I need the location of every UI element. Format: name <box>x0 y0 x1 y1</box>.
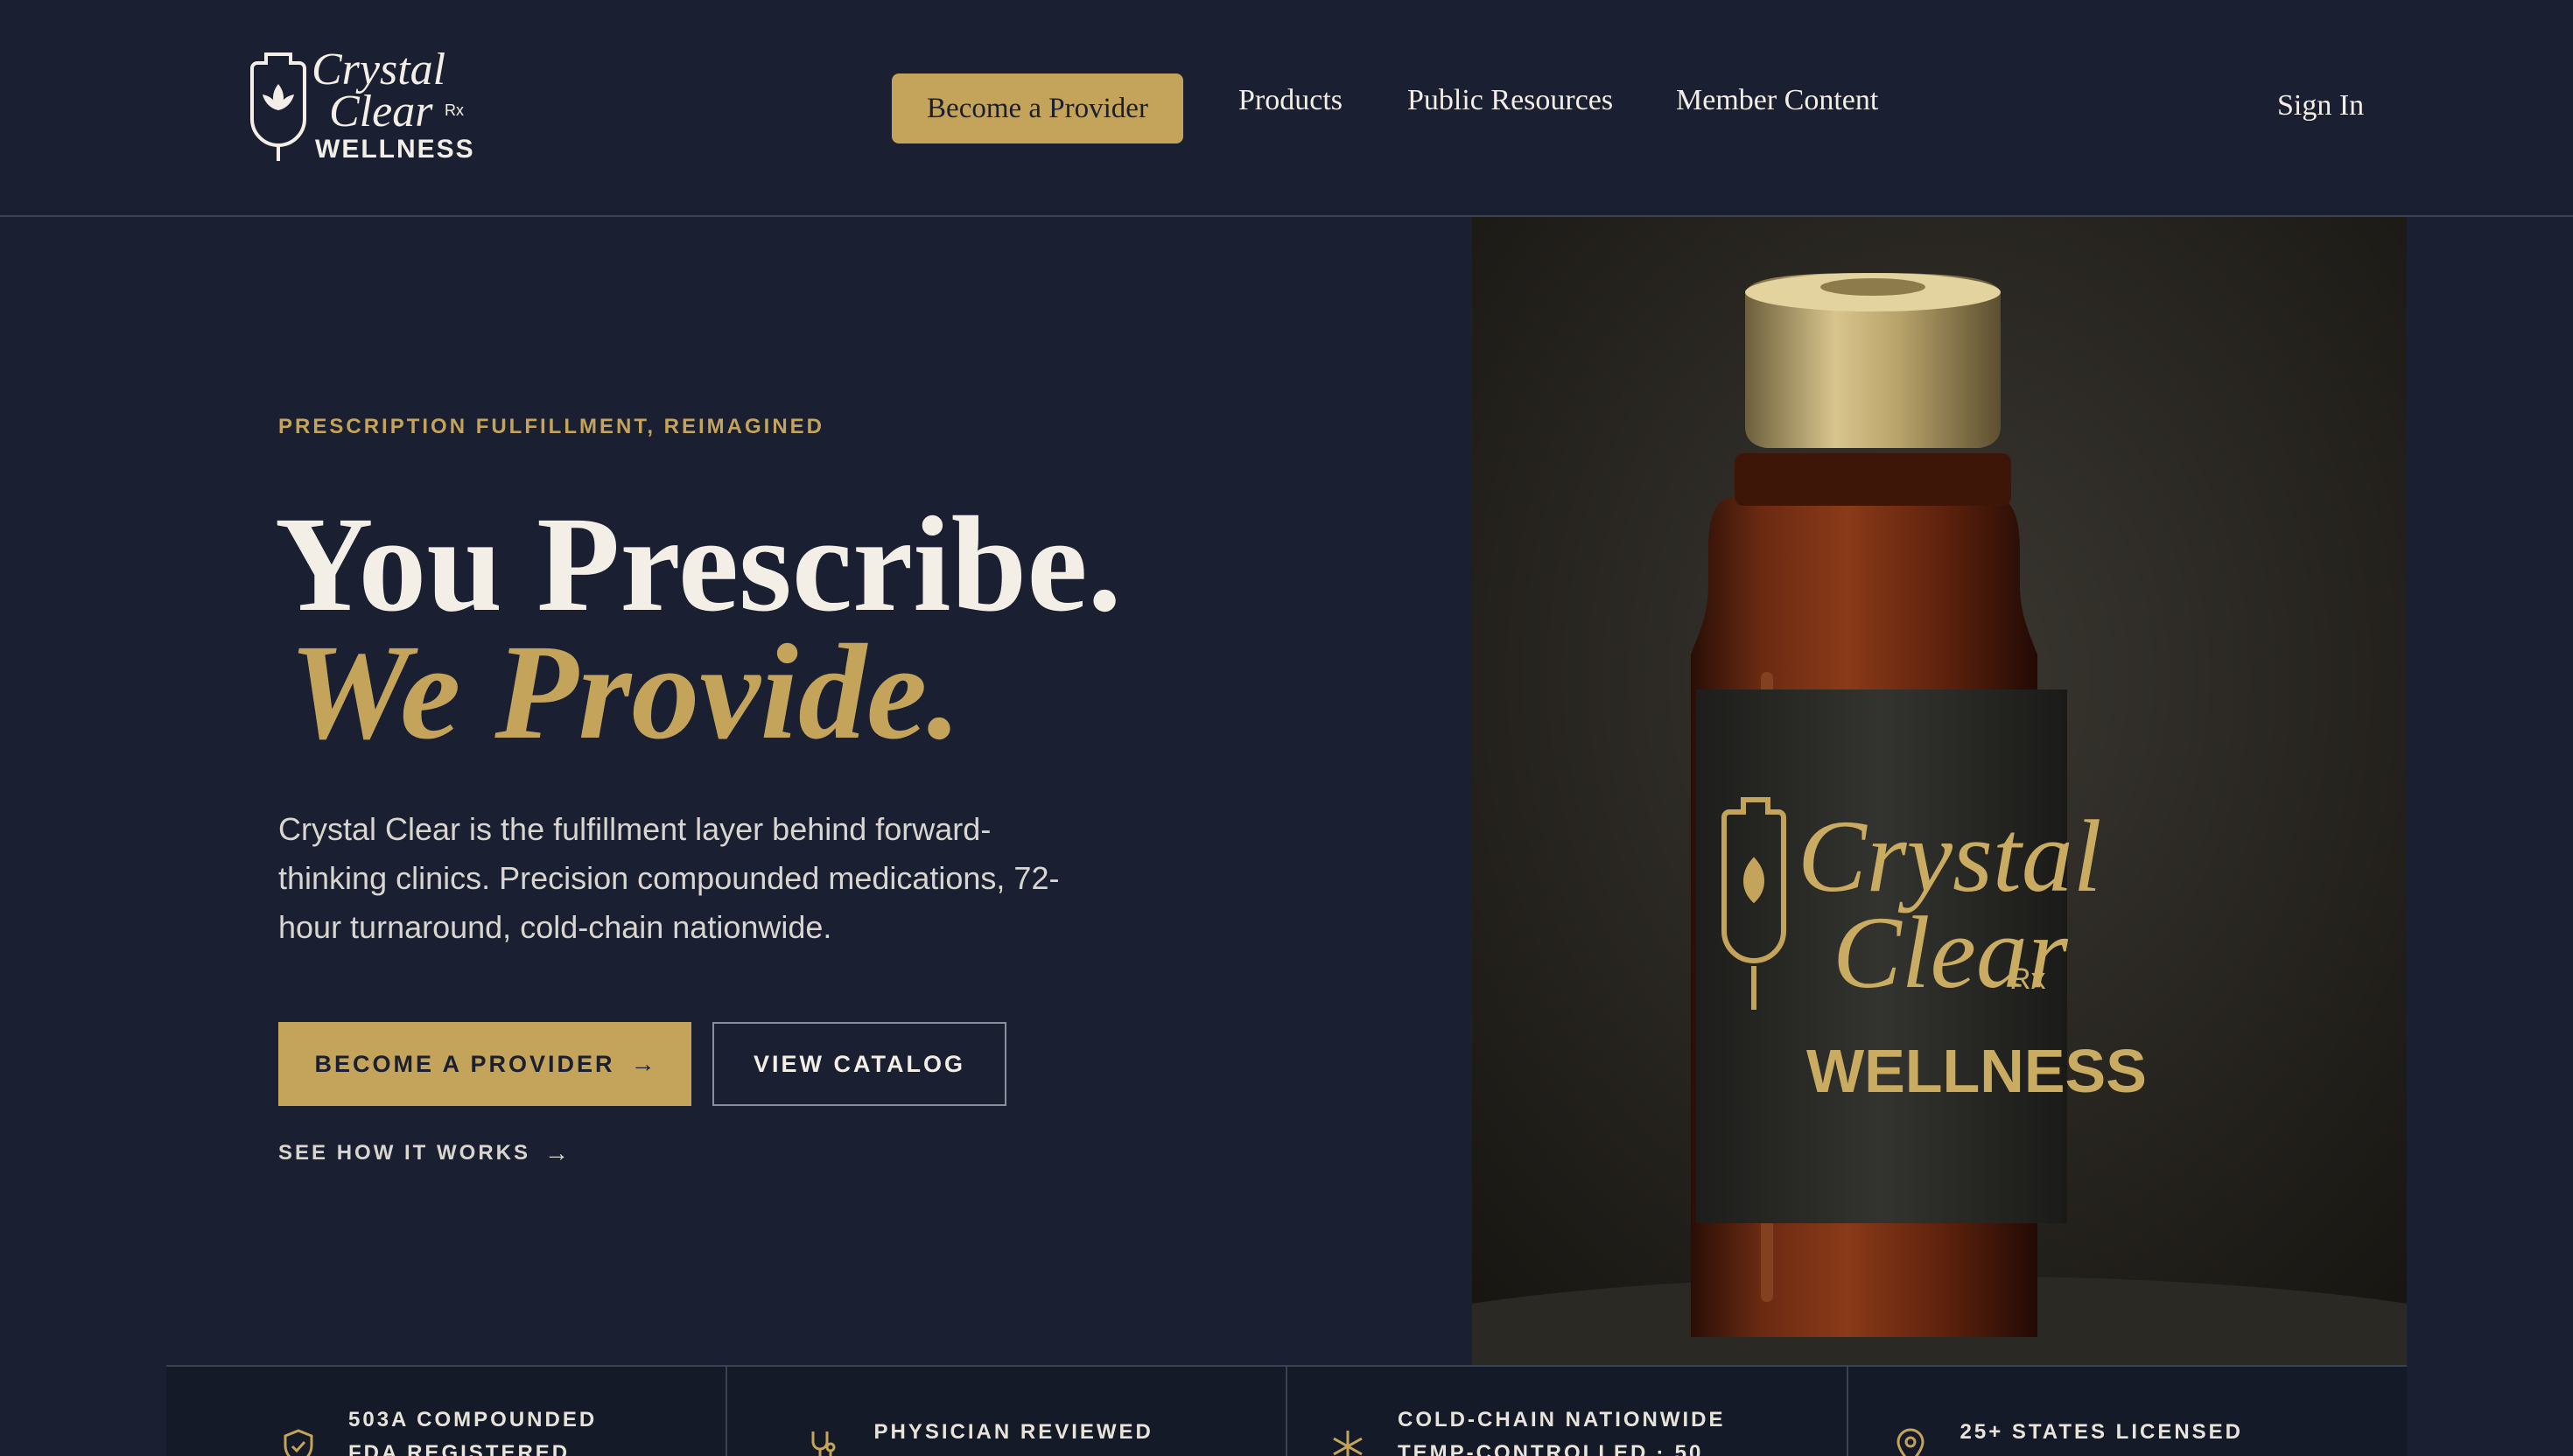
shield-check-icon <box>284 1429 313 1456</box>
vial-label-wellness: WELLNESS <box>1806 1037 2147 1105</box>
product-vial-image: Crystal Clear Rx WELLNESS <box>1472 217 2407 1365</box>
iv-bag-logo-icon <box>250 52 306 161</box>
trust-text-cold-chain: COLD-CHAIN NATIONWIDE TEMP-CONTROLLED · … <box>1398 1404 1726 1456</box>
nav-products-link[interactable]: Products <box>1238 84 1343 117</box>
trust-item-cold-chain: COLD-CHAIN NATIONWIDE TEMP-CONTROLLED · … <box>1287 1367 1848 1456</box>
become-provider-button[interactable]: BECOME A PROVIDER → <box>278 1022 691 1106</box>
see-how-it-works-link[interactable]: SEE HOW IT WORKS → <box>278 1139 569 1167</box>
hero-headline-accent: We Provide. <box>289 616 962 767</box>
trust-line-1: COLD-CHAIN NATIONWIDE <box>1398 1408 1726 1432</box>
arrow-right-icon: → <box>544 1139 569 1166</box>
brand-logo[interactable]: Crystal Clear Rx WELLNESS <box>247 47 475 164</box>
nav-member-content-link[interactable]: Member Content <box>1676 84 1878 117</box>
logo-wordmark: Crystal Clear <box>312 47 445 136</box>
become-provider-label: BECOME A PROVIDER <box>314 1050 615 1077</box>
stethoscope-icon <box>811 1432 835 1456</box>
trust-line-2: TEMP-CONTROLLED · 50 <box>1398 1441 1704 1456</box>
trust-item-compounded: 503A COMPOUNDED FDA REGISTERED <box>166 1367 727 1456</box>
trust-text-states: 25+ STATES LICENSED <box>1960 1416 2244 1449</box>
trust-line-1: PHYSICIAN REVIEWED <box>873 1420 1153 1444</box>
view-catalog-button[interactable]: VIEW CATALOG <box>712 1022 1006 1106</box>
trust-item-physician: PHYSICIAN REVIEWED <box>727 1367 1287 1456</box>
trust-text-physician: PHYSICIAN REVIEWED <box>874 1416 1153 1449</box>
map-pin-icon <box>1896 1428 1924 1456</box>
logo-rx: Rx <box>445 102 464 119</box>
trust-text-compounded: 503A COMPOUNDED FDA REGISTERED <box>348 1404 597 1456</box>
sign-in-link[interactable]: Sign In <box>2277 89 2364 122</box>
trust-line-2: FDA REGISTERED <box>348 1441 571 1456</box>
arrow-right-icon: → <box>630 1050 656 1077</box>
see-how-it-works-label: SEE HOW IT WORKS <box>278 1141 530 1165</box>
snowflake-icon <box>1333 1431 1363 1456</box>
hero-eyebrow: PRESCRIPTION FULFILLMENT, REIMAGINED <box>278 415 824 438</box>
vial-label-rx: Rx <box>2009 962 2046 996</box>
become-provider-nav-button[interactable]: Become a Provider <box>892 74 1183 144</box>
logo-wellness: WELLNESS <box>315 135 475 164</box>
trust-bar: 503A COMPOUNDED FDA REGISTERED PHYSICIAN… <box>166 1365 2407 1456</box>
nav-public-resources-link[interactable]: Public Resources <box>1407 84 1613 117</box>
trust-line-1: 503A COMPOUNDED <box>348 1408 598 1432</box>
logo-line-2: Clear <box>329 87 433 136</box>
trust-line-1: 25+ STATES LICENSED <box>1960 1420 2244 1444</box>
site-header: Crystal Clear Rx WELLNESS Become a Provi… <box>0 0 2573 217</box>
hero-description: Crystal Clear is the fulfillment layer b… <box>278 811 1060 945</box>
trust-item-states: 25+ STATES LICENSED <box>1848 1367 2408 1456</box>
